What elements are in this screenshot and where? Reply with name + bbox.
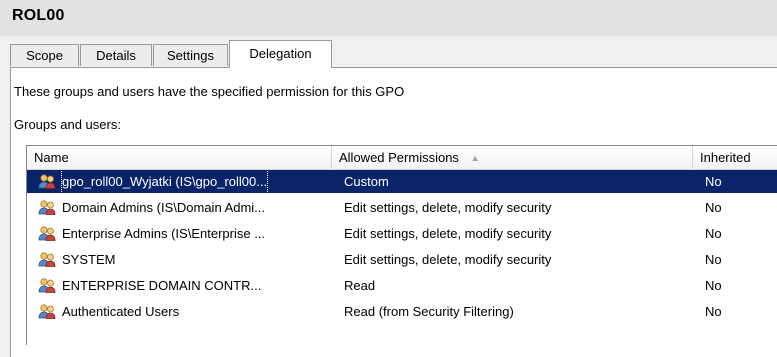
column-header-inherited-label: Inherited	[700, 150, 751, 165]
cell-inherited: No	[705, 252, 722, 267]
column-header-permissions-label: Allowed Permissions	[339, 150, 459, 165]
user-group-icon	[38, 252, 56, 267]
groups-users-listview[interactable]: Name Allowed Permissions ▲ Inherited gpo…	[26, 145, 777, 345]
cell-permissions: Read	[344, 278, 376, 293]
column-header-inherited[interactable]: Inherited	[693, 146, 777, 169]
groups-and-users-label: Groups and users:	[14, 117, 121, 132]
cell-name: Enterprise Admins (IS\Enterprise ...	[27, 222, 329, 245]
cell-permissions: Custom	[344, 174, 389, 189]
tab-settings[interactable]: Settings	[153, 44, 228, 66]
column-header-name[interactable]: Name	[27, 146, 332, 169]
cell-name: SYSTEM	[27, 248, 329, 271]
row-name-text: ENTERPRISE DOMAIN CONTR...	[62, 278, 262, 293]
tab-details[interactable]: Details	[80, 44, 152, 66]
gpo-title: ROL00	[12, 7, 65, 24]
row-name-text: gpo_roll00_Wyjatki (IS\gpo_roll00...	[60, 170, 269, 193]
row-name-text: Domain Admins (IS\Domain Admi...	[62, 200, 266, 215]
row-name-text: SYSTEM	[62, 252, 116, 267]
cell-inherited: No	[705, 200, 722, 215]
cell-name: Domain Admins (IS\Domain Admi...	[27, 196, 329, 219]
cell-permissions: Edit settings, delete, modify security	[344, 200, 552, 215]
user-group-icon	[38, 174, 56, 189]
table-row[interactable]: Authenticated Users Read (from Security F…	[27, 300, 777, 323]
title-bar: ROL00	[0, 0, 777, 36]
cell-name: gpo_roll00_Wyjatki (IS\gpo_roll00...	[27, 170, 329, 193]
cell-inherited: No	[705, 278, 722, 293]
user-group-icon	[38, 304, 56, 319]
column-header-name-label: Name	[34, 150, 69, 165]
table-row[interactable]: SYSTEM Edit settings, delete, modify secu…	[27, 248, 777, 271]
row-name-text: Authenticated Users	[62, 304, 180, 319]
list-header: Name Allowed Permissions ▲ Inherited	[27, 146, 777, 170]
column-header-allowed-permissions[interactable]: Allowed Permissions ▲	[332, 146, 693, 169]
table-row[interactable]: Enterprise Admins (IS\Enterprise ... Edit…	[27, 222, 777, 245]
table-row[interactable]: ENTERPRISE DOMAIN CONTR... Read No	[27, 274, 777, 297]
tab-scope[interactable]: Scope	[10, 44, 79, 66]
cell-inherited: No	[705, 174, 722, 189]
delegation-description: These groups and users have the specifie…	[14, 84, 405, 99]
row-name-text: Enterprise Admins (IS\Enterprise ...	[62, 226, 266, 241]
cell-name: Authenticated Users	[27, 300, 329, 323]
tab-delegation[interactable]: Delegation	[229, 40, 332, 68]
table-row[interactable]: Domain Admins (IS\Domain Admi... Edit set…	[27, 196, 777, 219]
cell-permissions: Edit settings, delete, modify security	[344, 252, 552, 267]
cell-inherited: No	[705, 304, 722, 319]
user-group-icon	[38, 226, 56, 241]
cell-permissions: Read (from Security Filtering)	[344, 304, 514, 319]
sort-ascending-icon: ▲	[470, 153, 480, 163]
cell-name: ENTERPRISE DOMAIN CONTR...	[27, 274, 329, 297]
user-group-icon	[38, 200, 56, 215]
tab-strip: Scope Details Settings Delegation	[10, 36, 777, 68]
cell-inherited: No	[705, 226, 722, 241]
user-group-icon	[38, 278, 56, 293]
table-row[interactable]: gpo_roll00_Wyjatki (IS\gpo_roll00... Cust…	[27, 170, 777, 193]
cell-permissions: Edit settings, delete, modify security	[344, 226, 552, 241]
